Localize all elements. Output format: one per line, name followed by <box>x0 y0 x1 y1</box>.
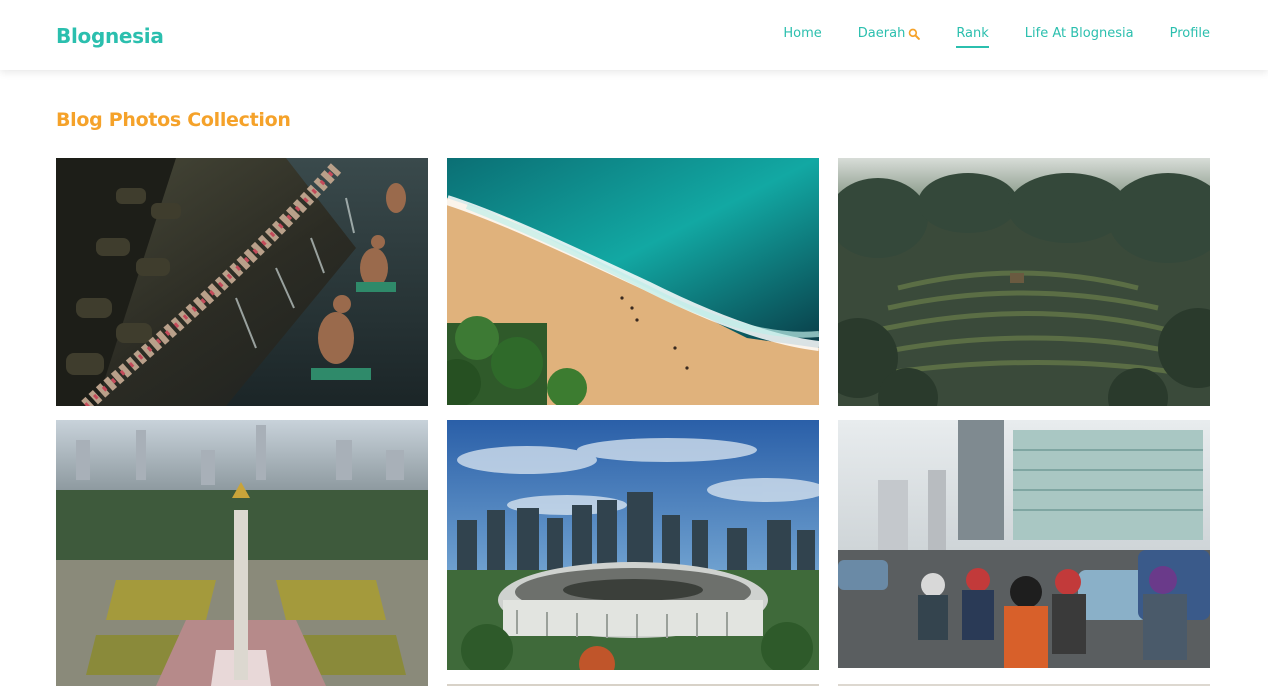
aerial-beach-photo[interactable] <box>447 158 819 405</box>
brand-logo[interactable]: Blognesia <box>56 24 164 48</box>
stadium-skyline-photo[interactable] <box>447 420 819 670</box>
search-icon <box>908 28 921 40</box>
nav-life-at-blognesia[interactable]: Life At Blognesia <box>1025 26 1134 48</box>
nav-daerah-label: Daerah <box>857 26 906 41</box>
nav-profile-label: Profile <box>1169 26 1210 41</box>
top-navbar: Blognesia Home Daerah Rank Life At Blogn… <box>0 0 1268 70</box>
nav-rank[interactable]: Rank <box>956 26 989 48</box>
rice-terrace-photo[interactable] <box>838 158 1210 406</box>
nav-daerah[interactable]: Daerah <box>858 26 921 48</box>
nav-life-label: Life At Blognesia <box>1024 26 1134 41</box>
nav-rank-label: Rank <box>956 26 989 41</box>
main-nav: Home Daerah Rank Life At Blognesia Profi… <box>783 26 1210 48</box>
nav-home[interactable]: Home <box>783 26 821 48</box>
gallery-title: Blog Photos Collection <box>56 109 291 131</box>
nav-home-label: Home <box>783 26 822 41</box>
national-monument-photo[interactable] <box>56 420 428 686</box>
motorbike-traffic-photo[interactable] <box>838 420 1210 668</box>
nav-profile[interactable]: Profile <box>1170 26 1210 48</box>
temple-bathing-photo[interactable] <box>56 158 428 406</box>
